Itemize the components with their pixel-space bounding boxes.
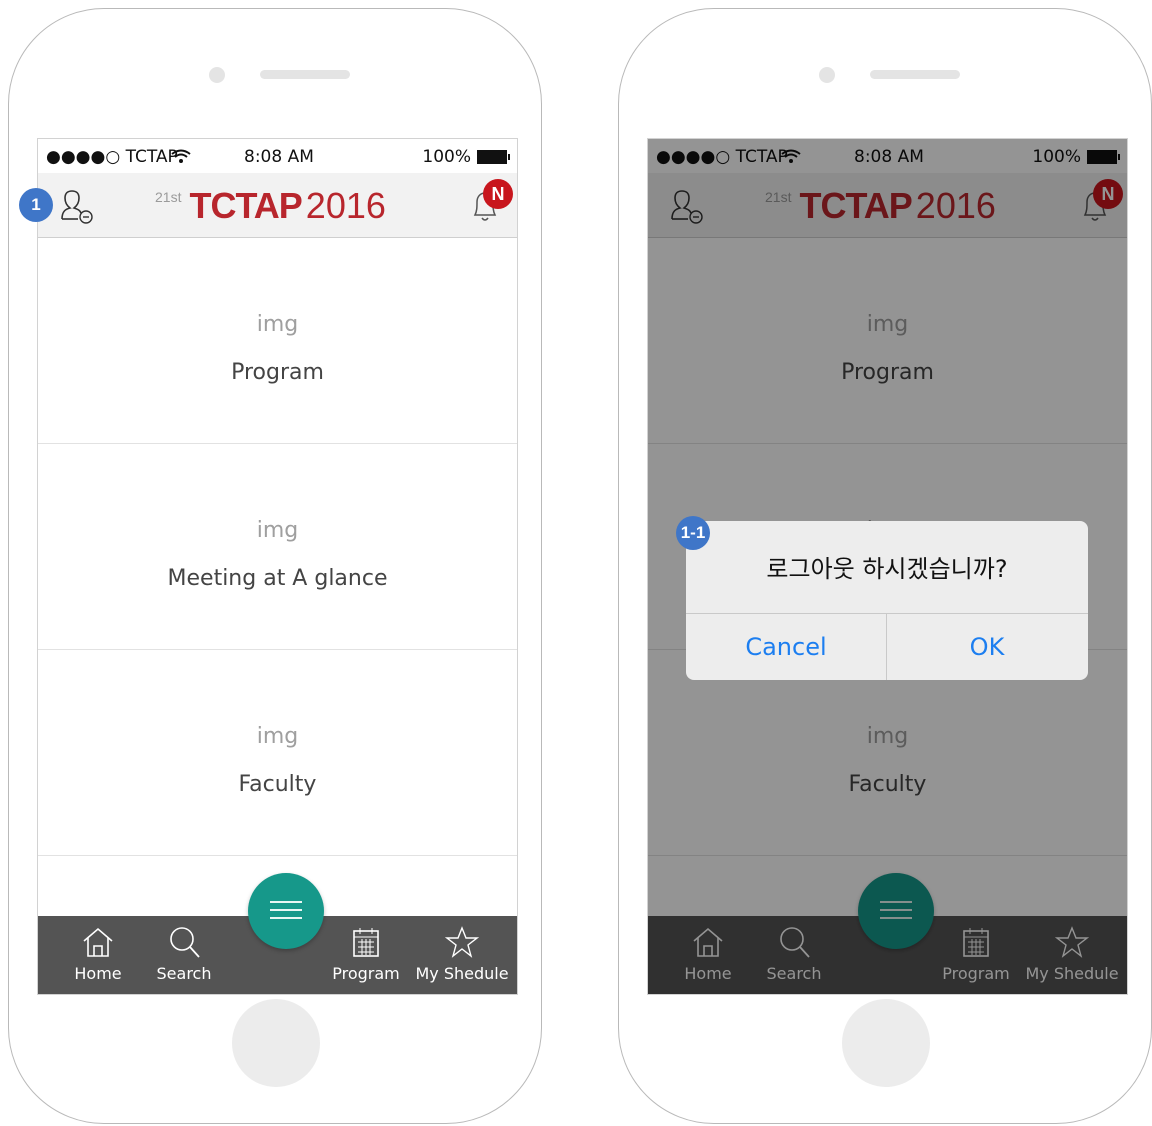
tab-my-schedule[interactable]: My Shedule <box>414 926 510 983</box>
logo-ordinal: 21st <box>155 189 182 205</box>
logo-year: 2016 <box>305 185 386 226</box>
home-icon <box>83 927 113 957</box>
tile-image-placeholder: img <box>256 518 299 543</box>
main-menu: img Program img Meeting at A glance img … <box>38 238 517 916</box>
ok-button[interactable]: OK <box>887 614 1087 680</box>
tab-label: My Shedule <box>415 964 509 983</box>
tile-label: Meeting at A glance <box>167 566 388 591</box>
tile-image-placeholder: img <box>256 724 299 749</box>
speaker <box>260 70 350 79</box>
star-icon <box>445 926 479 958</box>
tctap-logo: 21st TCTAP 2016 <box>155 185 386 227</box>
camera <box>209 67 225 83</box>
app-screen: ●●●●○ TCTAP 8:08 AM 100% 21st TCTAP 2016… <box>37 138 518 995</box>
tab-home[interactable]: Home <box>50 926 146 983</box>
dialog-message: 로그아웃 하시겠습니까? <box>686 521 1088 614</box>
annotation-marker-1: 1 <box>19 188 53 222</box>
logout-dialog: 로그아웃 하시겠습니까? Cancel OK <box>686 521 1088 680</box>
tab-label: Program <box>332 964 400 983</box>
menu-tile-program[interactable]: img Program <box>38 238 517 444</box>
speaker <box>870 70 960 79</box>
notification-badge[interactable]: N <box>483 179 513 209</box>
tab-label: Search <box>156 964 212 983</box>
annotation-marker-1-1: 1-1 <box>676 516 710 550</box>
tab-program[interactable]: Program <box>318 926 414 983</box>
app-screen-dialog: ●●●●○ TCTAP 8:08 AM 100% 21st TCTAP 2016… <box>647 138 1128 995</box>
home-button <box>232 999 320 1087</box>
menu-fab-button[interactable] <box>248 873 324 949</box>
cancel-button[interactable]: Cancel <box>686 614 887 680</box>
tile-label: Program <box>231 360 324 385</box>
carrier-label: ●●●●○ TCTAP <box>46 147 178 167</box>
home-button <box>842 999 930 1087</box>
battery-status: 100% <box>422 147 510 167</box>
clock: 8:08 AM <box>244 147 314 167</box>
phone-frame-left: ●●●●○ TCTAP 8:08 AM 100% 21st TCTAP 2016… <box>8 8 542 1124</box>
tab-label: Home <box>74 964 122 983</box>
battery-percent: 100% <box>422 147 471 167</box>
tile-label: Faculty <box>238 772 317 797</box>
app-header: 21st TCTAP 2016 N <box>38 173 517 238</box>
phone-frame-right: ●●●●○ TCTAP 8:08 AM 100% 21st TCTAP 2016… <box>618 8 1152 1124</box>
menu-tile-faculty[interactable]: img Faculty <box>38 650 517 856</box>
logout-user-icon[interactable] <box>56 189 96 225</box>
tile-image-placeholder: img <box>256 312 299 337</box>
hamburger-icon <box>270 901 302 925</box>
tab-search[interactable]: Search <box>136 926 232 983</box>
logo-brand: TCTAP <box>189 185 302 226</box>
camera <box>819 67 835 83</box>
menu-tile-meeting[interactable]: img Meeting at A glance <box>38 444 517 650</box>
status-bar: ●●●●○ TCTAP 8:08 AM 100% <box>38 139 517 173</box>
search-icon <box>170 927 200 958</box>
battery-icon <box>477 150 510 164</box>
calendar-icon <box>353 928 379 957</box>
wifi-icon <box>171 149 191 163</box>
